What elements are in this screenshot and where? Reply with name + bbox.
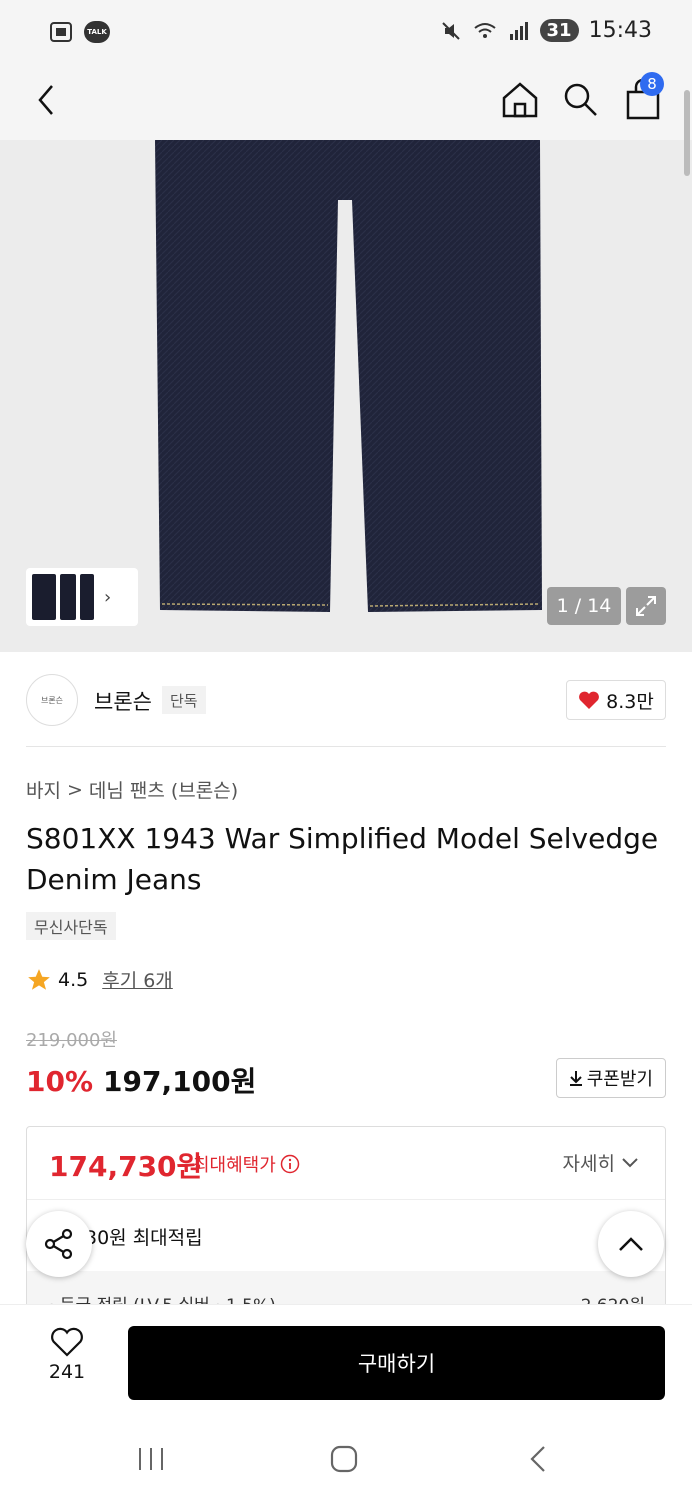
divider (27, 1199, 665, 1200)
expand-icon (636, 596, 656, 616)
divider (26, 746, 666, 747)
breadcrumb-category[interactable]: 바지 (26, 776, 61, 803)
product-title: S801XX 1943 War Simplified Model Selvedg… (26, 822, 659, 896)
system-nav-bar (0, 1416, 692, 1500)
star-icon (28, 968, 50, 990)
detail-label: 자세히 (562, 1153, 615, 1175)
original-price: 219,000원 (26, 1030, 117, 1051)
chevron-down-icon (622, 1157, 638, 1167)
breadcrumb-subcategory[interactable]: 데님 팬츠 (브론슨) (89, 776, 238, 803)
max-benefit-label[interactable]: 최대혜택가 (193, 1151, 300, 1177)
brand-logo[interactable]: 브론슨 (26, 674, 78, 726)
back-icon (38, 85, 53, 115)
wishlist-button[interactable]: 241 (36, 1327, 98, 1397)
review-link[interactable]: 후기 6개 (102, 966, 173, 993)
rating-value: 4.5 (58, 968, 89, 991)
max-benefit-label-text: 최대혜택가 (193, 1155, 276, 1176)
heart-icon (51, 1327, 83, 1357)
search-icon (564, 83, 597, 116)
chevron-up-icon (619, 1237, 643, 1251)
exclusive-tag: 단독 (162, 686, 206, 714)
cart-count-badge: 8 (640, 72, 664, 96)
expand-button[interactable] (626, 587, 666, 625)
scroll-top-button[interactable] (598, 1211, 664, 1277)
info-icon (280, 1154, 300, 1174)
share-icon (44, 1228, 73, 1260)
product-image-carousel[interactable]: › 1 / 14 (0, 140, 692, 652)
chevron-right-icon[interactable]: › (104, 587, 111, 608)
wifi-icon (473, 22, 496, 38)
sale-price: 197,100원 (103, 1065, 257, 1098)
breadcrumb-separator: > (66, 778, 83, 801)
top-header (0, 66, 692, 140)
battery-indicator: 31 (539, 19, 579, 42)
price-row: 10% 197,100원 (26, 1060, 256, 1100)
status-system: 31 15:43 (440, 18, 652, 43)
status-notifications: TALK (48, 20, 110, 44)
buy-button[interactable]: 구매하기 (128, 1326, 665, 1400)
system-home-icon[interactable] (330, 1444, 358, 1474)
status-bar: TALK 31 15:43 (0, 0, 692, 66)
brand-name[interactable]: 브론슨 (94, 686, 152, 716)
image-counter: 1 / 14 (547, 587, 621, 625)
mute-icon (441, 21, 460, 40)
bottom-action-bar: 241 구매하기 (0, 1304, 692, 1416)
home-icon (502, 82, 538, 118)
recent-apps-icon[interactable] (136, 1446, 166, 1472)
max-points: 30원 최대적립 (85, 1227, 203, 1249)
coupon-label: 쿠폰받기 (586, 1069, 653, 1090)
wishlist-count: 241 (48, 1361, 86, 1383)
brand-row: 브론슨 브론슨 단독 8.3만 (26, 672, 666, 728)
coupon-button[interactable]: 쿠폰받기 (555, 1058, 666, 1098)
rating-row: 4.5 후기 6개 (26, 966, 173, 993)
musinsa-exclusive-tag: 무신사단독 (26, 912, 116, 940)
benefit-box: 174,730원 최대혜택가 자세히 30원 최대적립 · 등급 적립 (LV.… (26, 1126, 666, 1316)
search-button[interactable] (560, 78, 600, 122)
signal-icon (509, 21, 528, 40)
brand-like-button[interactable]: 8.3만 (566, 680, 666, 720)
thumbnail[interactable] (60, 574, 76, 620)
detail-toggle[interactable]: 자세히 (563, 1149, 639, 1176)
max-benefit-price: 174,730원 (49, 1150, 203, 1183)
brand-like-count: 8.3만 (606, 690, 654, 713)
thumbnail-strip[interactable]: › (26, 568, 138, 626)
thumbnail[interactable] (32, 574, 56, 620)
clock: 15:43 (588, 18, 652, 43)
breadcrumb: 바지 > 데님 팬츠 (브론슨) (26, 776, 238, 803)
screenshot-icon (50, 22, 72, 42)
scrollbar[interactable] (684, 90, 690, 176)
system-back-icon[interactable] (526, 1444, 550, 1474)
thumbnail[interactable] (80, 574, 94, 620)
download-icon (569, 1071, 582, 1086)
home-button[interactable] (500, 78, 540, 122)
kakaotalk-icon: TALK (84, 21, 110, 43)
discount-rate: 10% (26, 1065, 94, 1098)
heart-icon (579, 691, 600, 709)
share-button[interactable] (26, 1211, 92, 1277)
back-button[interactable] (30, 78, 66, 122)
